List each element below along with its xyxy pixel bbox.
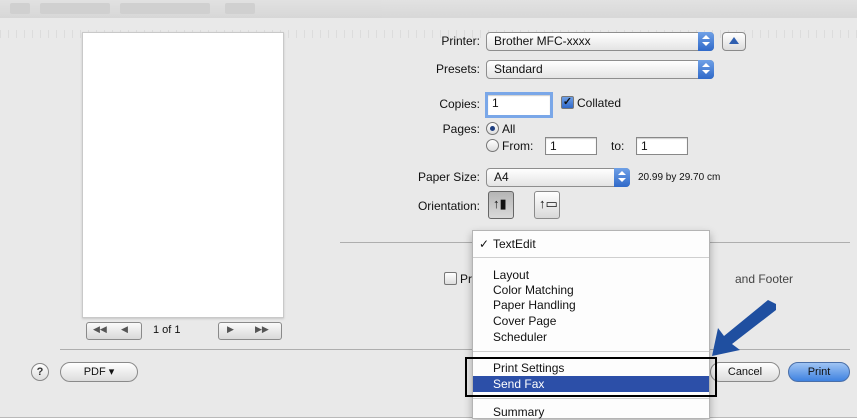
pages-from-label: From: (502, 139, 534, 153)
disclosure-triangle-icon (729, 37, 739, 44)
presets-value: Standard (494, 62, 543, 76)
copies-field[interactable]: 1 (485, 92, 553, 118)
paper-dimensions: 20.99 by 29.70 cm (638, 172, 721, 183)
annotation-highlight-box (465, 357, 717, 397)
orientation-label: Orientation: (417, 199, 480, 213)
menu-item-scheduler[interactable]: Scheduler (473, 329, 709, 345)
pages-to-field[interactable]: 1 (636, 137, 688, 155)
menu-item-paper-handling[interactable]: Paper Handling (473, 297, 709, 313)
checkmark-icon: ✓ (479, 237, 490, 251)
menu-item-label: Color Matching (493, 283, 574, 297)
portrait-icon: ↑▮ (493, 196, 507, 211)
copies-label: Copies: (439, 97, 480, 111)
stepper-icon (698, 32, 714, 51)
pages-from-value: 1 (550, 139, 557, 153)
collated-checkbox[interactable]: ✓ (561, 96, 574, 109)
menu-item-label: Scheduler (493, 330, 548, 344)
stepper-icon (698, 60, 714, 79)
help-button[interactable]: ? (31, 363, 49, 381)
presets-label: Presets: (435, 62, 480, 76)
landscape-icon: ↑▭ (539, 196, 558, 211)
pages-to-value: 1 (641, 139, 648, 153)
menu-item-label: Layout (493, 268, 530, 282)
pages-from-radio[interactable] (486, 139, 499, 152)
page-preview (82, 32, 284, 318)
menu-item-textedit[interactable]: ✓ TextEdit (473, 236, 709, 252)
preview-next-buttons[interactable]: ▶ ▶▶ (218, 322, 282, 340)
menu-item-label: TextEdit (493, 237, 536, 251)
next-page-icon[interactable]: ▶ (227, 324, 234, 335)
copies-value: 1 (492, 96, 499, 110)
first-page-icon[interactable]: ◀◀ (93, 324, 107, 335)
collated-label: Collated (577, 96, 622, 110)
printer-label: Printer: (441, 34, 480, 48)
menu-item-layout[interactable]: Layout (473, 267, 709, 283)
printer-select[interactable]: Brother MFC-xxxx (486, 32, 714, 51)
landscape-orientation-button[interactable]: ↑▭ (534, 191, 560, 219)
pdf-button[interactable]: PDF ▾ (60, 362, 138, 382)
page-indicator: 1 of 1 (153, 324, 181, 336)
print-header-footer-checkbox[interactable] (444, 272, 457, 285)
pages-label: Pages: (442, 122, 480, 136)
menu-separator (473, 257, 709, 258)
menu-separator (473, 398, 709, 399)
menu-item-summary[interactable]: Summary (473, 404, 709, 420)
last-page-icon[interactable]: ▶▶ (255, 324, 269, 335)
pages-from-field[interactable]: 1 (545, 137, 597, 155)
paper-size-select[interactable]: A4 (486, 168, 630, 187)
stepper-icon (614, 168, 630, 187)
annotation-arrow-icon (712, 300, 776, 356)
pages-all-label: All (502, 122, 516, 136)
menu-item-label: Paper Handling (493, 298, 576, 312)
previous-page-icon[interactable]: ◀ (121, 324, 128, 335)
menu-item-label: Cover Page (493, 314, 557, 328)
print-header-footer-label-end: and Footer (735, 272, 794, 286)
presets-select[interactable]: Standard (486, 60, 714, 79)
pages-all-radio[interactable] (486, 122, 499, 135)
menu-item-cover-page[interactable]: Cover Page (473, 313, 709, 329)
disclosure-button[interactable] (722, 32, 746, 51)
menu-separator (473, 351, 709, 352)
paper-size-label: Paper Size: (417, 170, 480, 184)
cancel-button[interactable]: Cancel (710, 362, 780, 382)
print-header-footer-label-start: Pr (460, 272, 472, 286)
portrait-orientation-button[interactable]: ↑▮ (488, 191, 514, 219)
pages-to-label: to: (611, 139, 625, 153)
menu-item-color-matching[interactable]: Color Matching (473, 282, 709, 298)
paper-size-value: A4 (494, 170, 509, 184)
printer-value: Brother MFC-xxxx (494, 34, 591, 48)
background-toolbar (0, 0, 857, 18)
print-button[interactable]: Print (788, 362, 850, 382)
preview-prev-buttons[interactable]: ◀◀ ◀ (86, 322, 142, 340)
